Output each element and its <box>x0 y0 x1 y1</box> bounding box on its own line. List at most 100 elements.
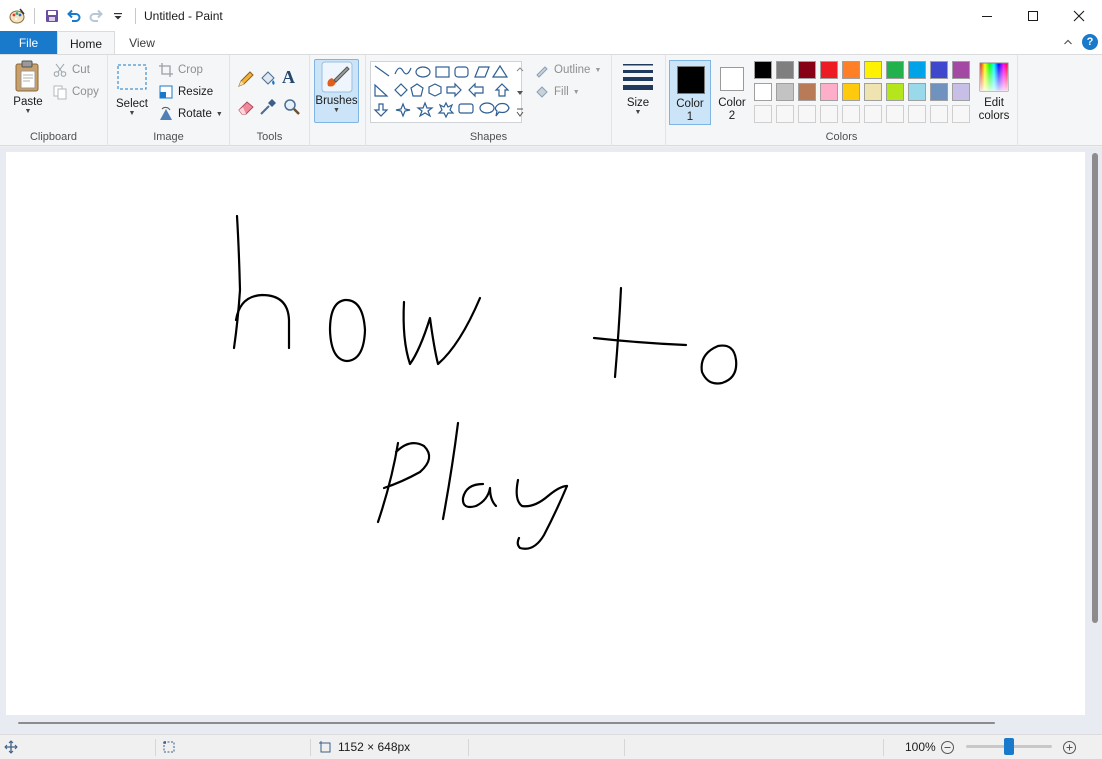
shapes-gallery-icons[interactable] <box>371 62 521 122</box>
palette-color-swatch[interactable] <box>776 83 794 101</box>
palette-color-swatch[interactable] <box>776 61 794 79</box>
collapse-ribbon-icon[interactable] <box>1060 34 1076 50</box>
select-icon <box>117 64 147 90</box>
size-dropdown-icon[interactable]: ▼ <box>635 109 642 116</box>
minimize-button[interactable] <box>964 0 1010 31</box>
palette-color-swatch[interactable] <box>820 83 838 101</box>
palette-custom-swatch[interactable] <box>952 105 970 123</box>
palette-custom-swatch[interactable] <box>754 105 772 123</box>
fill-button[interactable]: Fill ▼ <box>534 82 580 102</box>
customize-qat-icon[interactable] <box>107 5 129 27</box>
zoom-in-icon <box>1063 741 1076 754</box>
outline-button[interactable]: Outline ▼ <box>534 60 601 80</box>
drawing-canvas[interactable] <box>6 152 1085 715</box>
palette-custom-swatch[interactable] <box>798 105 816 123</box>
ribbon-tab-row: File Home View ? <box>0 31 1102 55</box>
zoom-slider-thumb[interactable] <box>1004 738 1014 755</box>
select-button[interactable]: Select ▼ <box>114 63 150 123</box>
crop-label: Crop <box>178 64 203 76</box>
redo-icon[interactable] <box>85 5 107 27</box>
palette-color-swatch[interactable] <box>754 61 772 79</box>
status-separator <box>468 739 469 756</box>
magnifier-icon[interactable] <box>282 97 302 117</box>
palette-custom-swatch[interactable] <box>908 105 926 123</box>
palette-color-swatch[interactable] <box>842 61 860 79</box>
tab-view[interactable]: View <box>117 31 167 55</box>
color2-button[interactable]: Color 2 <box>712 60 752 125</box>
palette-color-swatch[interactable] <box>908 83 926 101</box>
color2-label: Color <box>718 97 746 109</box>
save-icon[interactable] <box>41 5 63 27</box>
horizontal-scrollbar[interactable] <box>18 722 995 724</box>
palette-color-swatch[interactable] <box>952 83 970 101</box>
tools-group: A Tools <box>230 55 310 146</box>
qat-separator <box>34 7 35 24</box>
palette-color-swatch[interactable] <box>864 83 882 101</box>
palette-color-swatch[interactable] <box>864 61 882 79</box>
palette-color-swatch[interactable] <box>930 83 948 101</box>
brushes-dropdown-icon[interactable]: ▼ <box>333 107 340 114</box>
color1-button[interactable]: Color 1 <box>669 60 711 125</box>
size-button[interactable]: Size ▼ <box>618 61 658 125</box>
tab-file[interactable]: File <box>0 31 57 55</box>
brushes-label: Brushes <box>315 95 358 107</box>
rotate-dropdown-icon[interactable]: ▼ <box>216 111 223 118</box>
eraser-icon[interactable] <box>236 97 256 117</box>
select-label: Select <box>116 98 148 110</box>
help-icon[interactable]: ? <box>1082 34 1098 50</box>
palette-color-swatch[interactable] <box>886 61 904 79</box>
qat-separator <box>135 7 136 24</box>
crop-button[interactable]: Crop <box>158 60 203 80</box>
rotate-button[interactable]: Rotate ▼ <box>158 104 223 124</box>
paste-dropdown-icon[interactable]: ▼ <box>25 108 32 115</box>
palette-color-swatch[interactable] <box>842 83 860 101</box>
palette-custom-swatch[interactable] <box>820 105 838 123</box>
zoom-in-button[interactable] <box>1062 740 1077 755</box>
edit-colors-button[interactable]: Edit colors <box>974 60 1014 125</box>
shapes-scroll[interactable] <box>514 63 526 121</box>
palette-custom-swatch[interactable] <box>776 105 794 123</box>
pencil-icon[interactable] <box>236 69 256 89</box>
palette-color-swatch[interactable] <box>798 83 816 101</box>
zoom-out-icon <box>941 741 954 754</box>
canvas-size-indicator: 1152 × 648px <box>318 735 410 759</box>
palette-color-swatch[interactable] <box>754 83 772 101</box>
fill-label: Fill <box>554 86 569 98</box>
brushes-button[interactable]: Brushes ▼ <box>314 59 359 123</box>
paint-app-icon[interactable] <box>6 5 28 27</box>
vertical-scrollbar[interactable] <box>1092 153 1098 623</box>
palette-color-swatch[interactable] <box>930 61 948 79</box>
shapes-group-label: Shapes <box>469 131 508 143</box>
window-controls <box>964 0 1102 31</box>
undo-icon[interactable] <box>63 5 85 27</box>
maximize-button[interactable] <box>1010 0 1056 31</box>
palette-color-swatch[interactable] <box>820 61 838 79</box>
palette-color-swatch[interactable] <box>886 83 904 101</box>
color-picker-icon[interactable] <box>258 97 278 117</box>
palette-color-swatch[interactable] <box>952 61 970 79</box>
palette-custom-swatch[interactable] <box>842 105 860 123</box>
paste-button[interactable]: Paste ▼ <box>8 59 48 123</box>
tab-home[interactable]: Home <box>57 31 115 55</box>
select-dropdown-icon[interactable]: ▼ <box>129 110 136 117</box>
zoom-out-button[interactable] <box>940 740 955 755</box>
edit-colors-label-2: colors <box>978 110 1010 122</box>
outline-dropdown-icon[interactable]: ▼ <box>594 67 601 74</box>
crop-icon <box>159 63 173 77</box>
fill-dropdown-icon[interactable]: ▼ <box>573 89 580 96</box>
palette-custom-swatch[interactable] <box>886 105 904 123</box>
paste-icon <box>15 60 39 92</box>
palette-color-swatch[interactable] <box>908 61 926 79</box>
zoom-level: 100% <box>905 740 936 754</box>
palette-custom-swatch[interactable] <box>930 105 948 123</box>
clipboard-group-label: Clipboard <box>29 131 78 143</box>
palette-color-swatch[interactable] <box>798 61 816 79</box>
copy-button[interactable]: Copy <box>52 82 99 102</box>
resize-button[interactable]: Resize <box>158 82 213 102</box>
fill-bucket-icon[interactable] <box>258 69 278 89</box>
window-title: Untitled - Paint <box>144 8 223 23</box>
cut-button[interactable]: Cut <box>52 60 90 80</box>
text-tool-icon[interactable]: A <box>282 67 302 89</box>
close-button[interactable] <box>1056 0 1102 31</box>
palette-custom-swatch[interactable] <box>864 105 882 123</box>
